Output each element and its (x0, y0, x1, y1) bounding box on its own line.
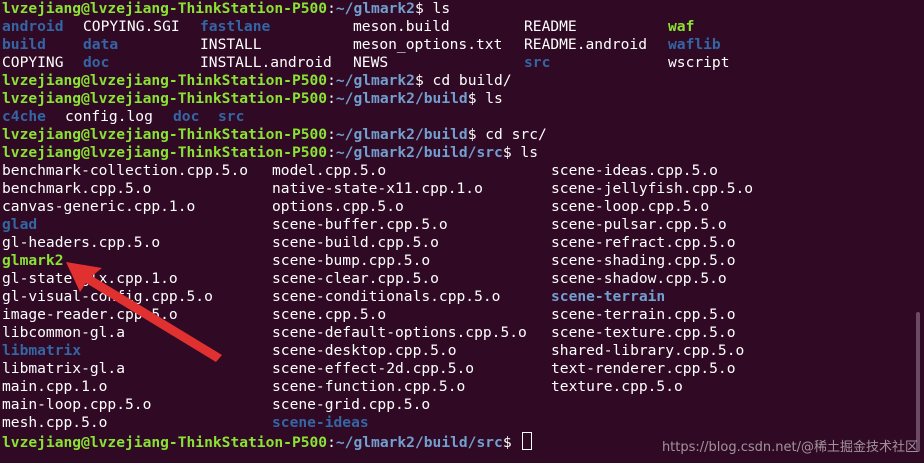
scrollbar[interactable] (916, 312, 920, 452)
watermark: https://blog.csdn.net/@稀土掘金技术社区 (661, 440, 918, 455)
arrow-shape (66, 262, 222, 362)
annotation-arrow (66, 262, 222, 362)
